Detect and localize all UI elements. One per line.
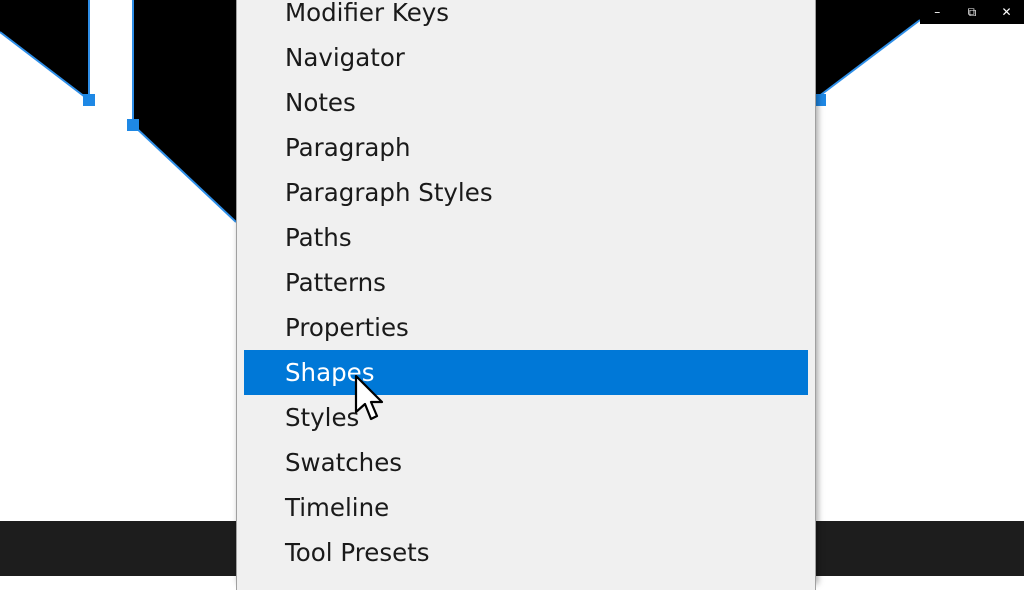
menu-item-swatches[interactable]: Swatches	[244, 440, 808, 485]
menu-item-notes[interactable]: Notes	[244, 80, 808, 125]
window-menu-dropdown: Modifier Keys Navigator Notes Paragraph Para…	[236, 0, 816, 590]
menu-item-tool-presets[interactable]: Tool Presets	[244, 530, 808, 575]
black-shape-left	[0, 0, 89, 100]
menu-item-modifier-keys[interactable]: Modifier Keys	[244, 0, 808, 35]
menu-item-patterns[interactable]: Patterns	[244, 260, 808, 305]
menu-item-styles[interactable]: Styles	[244, 395, 808, 440]
minimize-button[interactable]: –	[920, 0, 955, 24]
black-shape-center	[133, 0, 236, 222]
anchor-point[interactable]	[83, 94, 95, 106]
black-shape-right	[814, 0, 920, 100]
menu-item-paragraph-styles[interactable]: Paragraph Styles	[244, 170, 808, 215]
menu-item-properties[interactable]: Properties	[244, 305, 808, 350]
menu-item-timeline[interactable]: Timeline	[244, 485, 808, 530]
restore-button[interactable]: ⧉	[955, 0, 990, 24]
menu-item-paragraph[interactable]: Paragraph	[244, 125, 808, 170]
menu-item-shapes[interactable]: Shapes	[244, 350, 808, 395]
menu-item-paths[interactable]: Paths	[244, 215, 808, 260]
anchor-point[interactable]	[127, 119, 139, 131]
window-controls: – ⧉ ✕	[920, 0, 1024, 24]
menu-item-navigator[interactable]: Navigator	[244, 35, 808, 80]
close-button[interactable]: ✕	[989, 0, 1024, 24]
